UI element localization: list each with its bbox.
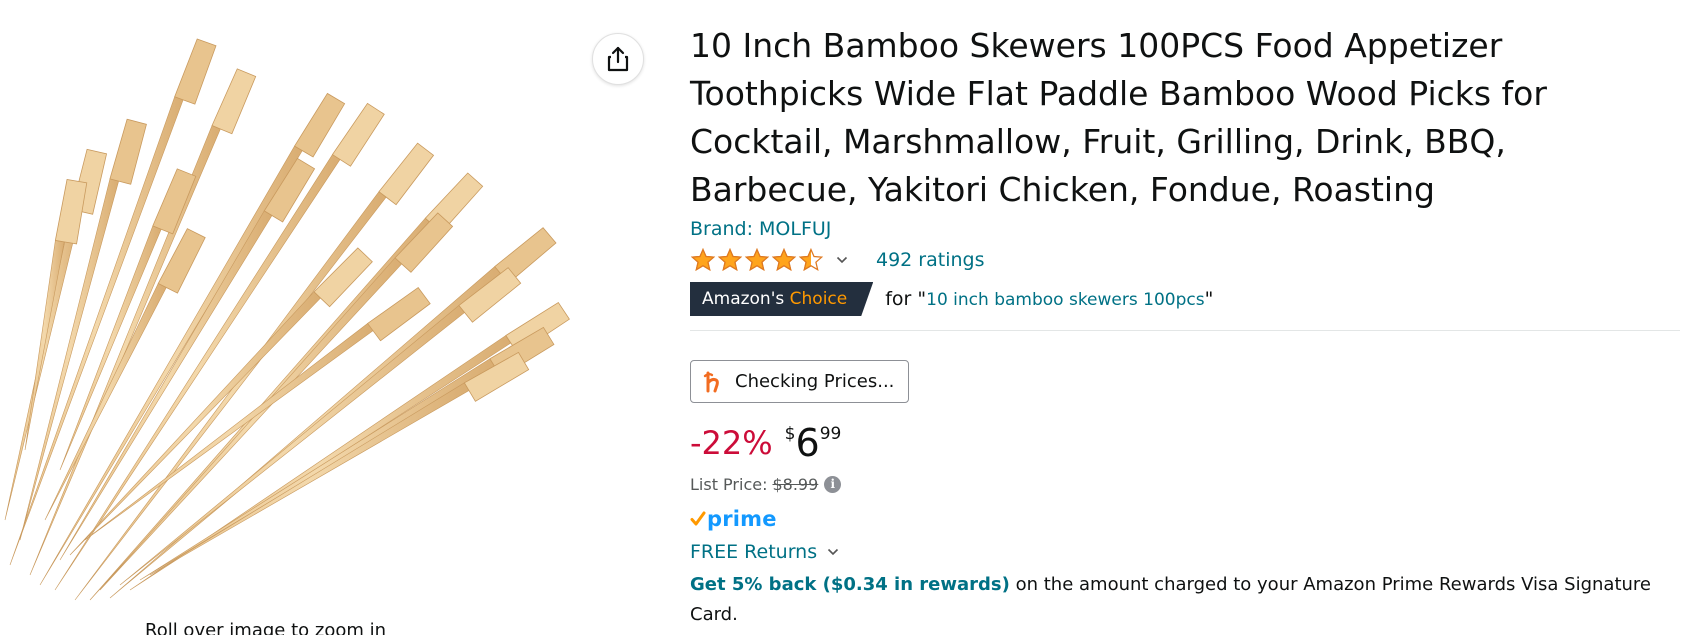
skewer-paddle [109, 118, 147, 185]
price-whole: 6 [795, 421, 820, 465]
discount-percent: -22% [690, 424, 773, 462]
skewer-paddle [331, 102, 385, 167]
bamboo-skewers-illustration [4, 38, 570, 601]
skewer-shaft [29, 125, 221, 576]
image-zoom-caption: Roll over image to zoom in [145, 620, 387, 635]
honey-checking-prices-button[interactable]: Checking Prices... [690, 360, 910, 403]
rewards-offer: Get 5% back ($0.34 in rewards) on the am… [690, 570, 1680, 630]
list-price-row: List Price: $8.99 i [690, 472, 1680, 496]
list-price-label: List Price: [690, 474, 768, 494]
choice-badge-prefix: Amazon's [702, 289, 785, 309]
skewer-shaft [24, 240, 65, 451]
info-icon[interactable]: i [824, 475, 842, 493]
skewer-shaft [99, 257, 403, 591]
skewer-shaft [139, 358, 496, 581]
list-price-value: $8.99 [772, 474, 819, 494]
brand-link[interactable]: Brand: MOLFUJ [690, 216, 831, 242]
skewer-paddle [174, 38, 217, 105]
price-fraction: 99 [819, 424, 842, 444]
skewer-paddle [157, 228, 206, 294]
skewer-paddle [378, 142, 435, 206]
star-icon [771, 248, 797, 271]
choice-badge-word: Choice [789, 289, 848, 309]
skewer-paddle [54, 179, 88, 245]
product-page: Roll over image to zoom in 10 Inch Bambo… [0, 0, 1691, 635]
ratings-count-link[interactable]: 492 ratings [876, 249, 985, 271]
rating-dropdown-chevron-icon[interactable] [836, 256, 848, 264]
free-returns-dropdown[interactable]: FREE Returns [690, 538, 1680, 566]
honey-h-icon [703, 371, 723, 393]
rating-row: 492 ratings [690, 244, 1680, 276]
choice-query-link[interactable]: 10 inch bamboo skewers 100pcs [926, 290, 1204, 310]
amazons-choice-row: Amazon's Choice for "10 inch bamboo skew… [690, 282, 1680, 316]
price-row: -22% $ 6 99 [690, 421, 1680, 465]
star-icon [690, 248, 716, 271]
skewer-paddle [211, 68, 257, 135]
share-icon [607, 46, 629, 72]
divider [690, 330, 1680, 331]
prime-badge: prime [690, 506, 1680, 532]
choice-for-text: for [885, 288, 912, 310]
star-icon [798, 248, 824, 271]
amazons-choice-badge: Amazon's Choice [690, 282, 873, 316]
star-icon [744, 248, 770, 271]
free-returns-label: FREE Returns [690, 541, 818, 563]
share-button[interactable] [592, 33, 644, 85]
prime-check-icon [690, 511, 706, 527]
skewer-shaft [59, 225, 162, 471]
honey-button-label: Checking Prices... [735, 371, 895, 392]
product-info: 10 Inch Bamboo Skewers 100PCS Food Appet… [690, 22, 1680, 630]
product-title: 10 Inch Bamboo Skewers 100PCS Food Appet… [690, 26, 1547, 209]
price-symbol: $ [784, 424, 796, 444]
chevron-down-icon [827, 548, 839, 556]
rewards-link[interactable]: Get 5% back ($0.34 in rewards) [690, 574, 1010, 595]
choice-for-label: for "10 inch bamboo skewers 100pcs" [885, 288, 1214, 310]
prime-label: prime [707, 507, 777, 531]
product-image[interactable] [0, 0, 600, 620]
image-column: Roll over image to zoom in [0, 0, 644, 635]
star-rating[interactable] [690, 248, 824, 272]
star-icon [717, 248, 743, 271]
